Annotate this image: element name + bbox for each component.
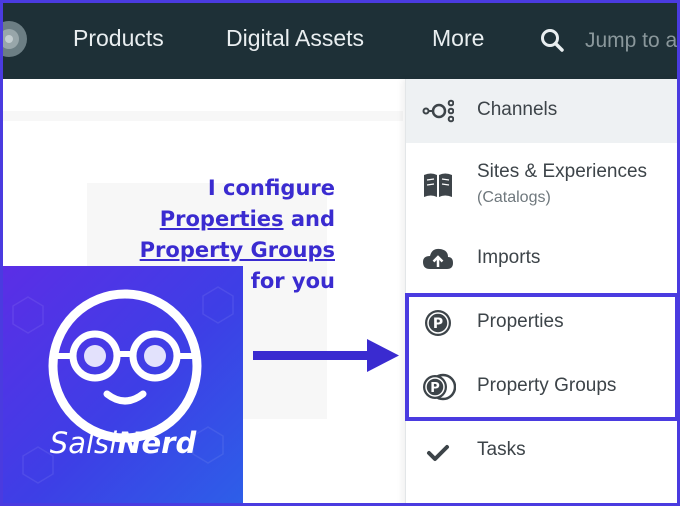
- caption-line-3: Property Groups: [123, 235, 335, 266]
- search-input[interactable]: [585, 25, 677, 57]
- badge-wordmark: SalsiNerd: [3, 426, 243, 460]
- caption-line-2: Properties and: [123, 204, 335, 235]
- search-icon[interactable]: [539, 27, 565, 53]
- faded-background-strip: [3, 111, 403, 121]
- badge-name-bold: Nerd: [117, 426, 197, 460]
- menu-item-label: Channels: [477, 99, 558, 120]
- nav-item-more[interactable]: More: [432, 25, 484, 52]
- caption-line-1: I configure: [207, 176, 335, 200]
- properties-link[interactable]: Properties: [160, 207, 284, 231]
- nerd-face-logo: [48, 289, 202, 443]
- properties-highlight-box: [405, 293, 677, 421]
- menu-item-sublabel: (Catalogs): [477, 189, 551, 206]
- nav-item-digital-assets[interactable]: Digital Assets: [226, 25, 364, 52]
- checkmark-icon: [427, 445, 449, 461]
- app-logo-icon[interactable]: [0, 19, 29, 59]
- pointer-arrow: [253, 339, 399, 372]
- menu-item-label: Sites & Experiences: [477, 161, 648, 182]
- screenshot-frame: Products Digital Assets More I configure…: [0, 0, 680, 506]
- menu-item-channels[interactable]: Channels: [406, 79, 677, 143]
- menu-item-sites-experiences[interactable]: Sites & Experiences (Catalogs): [406, 143, 677, 225]
- menu-item-imports[interactable]: Imports: [406, 225, 677, 289]
- caption-and-word: and: [283, 207, 335, 231]
- badge-name-regular: Salsi: [49, 426, 118, 460]
- book-icon: [424, 173, 452, 197]
- menu-item-label: Tasks: [477, 439, 526, 460]
- cloud-upload-icon: [423, 248, 453, 269]
- channels-icon: [422, 99, 454, 123]
- property-groups-link[interactable]: Property Groups: [140, 238, 335, 262]
- salsinerd-badge: SalsiNerd: [3, 266, 243, 503]
- nav-item-products[interactable]: Products: [73, 25, 164, 52]
- menu-item-label: Imports: [477, 247, 541, 268]
- menu-item-tasks[interactable]: Tasks: [406, 419, 677, 483]
- top-nav-bar: Products Digital Assets More: [0, 3, 677, 79]
